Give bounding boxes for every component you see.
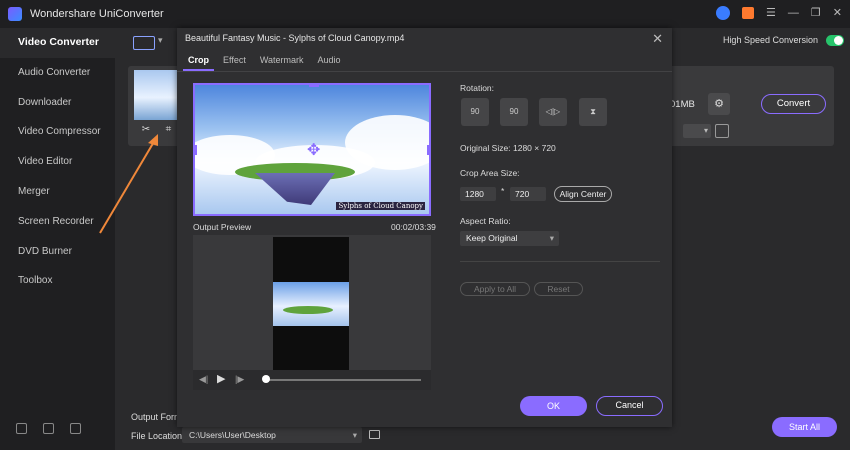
rotate-right-button[interactable]: 90 <box>500 98 528 126</box>
high-speed-label: High Speed Conversion <box>722 35 818 45</box>
window-controls: ☰ — ❐ ✕ <box>716 6 842 20</box>
gear-icon[interactable]: ⚙ <box>708 93 730 115</box>
crop-handle-left[interactable] <box>195 145 197 155</box>
apply-to-all-button[interactable]: Apply to All <box>460 282 530 296</box>
maximize-icon[interactable]: ❐ <box>811 6 821 20</box>
help-icon[interactable] <box>43 423 54 434</box>
sidebar-item-screen-recorder[interactable]: Screen Recorder <box>0 207 115 237</box>
minimize-icon[interactable]: — <box>788 6 799 20</box>
sidebar-footer <box>16 423 81 434</box>
original-size-value: 1280 × 720 <box>513 143 556 153</box>
flip-horizontal-icon: ◁|▷ <box>545 107 561 116</box>
video-watermark-text: Sylphs of Cloud Canopy <box>336 202 425 210</box>
sidebar-item-downloader[interactable]: Downloader <box>0 88 115 118</box>
next-frame-icon[interactable]: |▶ <box>235 374 244 385</box>
original-size-label: Original Size: <box>460 143 511 153</box>
sidebar-item-audio-converter[interactable]: Audio Converter <box>0 58 115 88</box>
preview-video <box>273 237 349 372</box>
title-bar: Wondershare UniConverter ☰ — ❐ ✕ <box>0 0 850 28</box>
crop-handle-top[interactable] <box>309 85 319 87</box>
dialog-title: Beautiful Fantasy Music - Sylphs of Clou… <box>185 33 405 43</box>
dialog-close-icon[interactable]: ✕ <box>652 31 663 47</box>
crop-area-label: Crop Area Size: <box>460 168 520 178</box>
app-logo-icon <box>8 7 22 21</box>
tab-crop[interactable]: Crop <box>183 50 214 71</box>
crop-height-input[interactable]: 720 <box>510 187 546 201</box>
move-cross-icon[interactable]: ✥ <box>307 140 320 160</box>
file-size: 01MB <box>670 99 695 110</box>
high-speed-toggle[interactable] <box>826 35 844 46</box>
crop-viewport[interactable]: ✥ Sylphs of Cloud Canopy <box>193 83 431 216</box>
start-all-button[interactable]: Start All <box>772 417 837 437</box>
flip-horizontal-button[interactable]: ◁|▷ <box>539 98 567 126</box>
sidebar-item-video-editor[interactable]: Video Editor <box>0 147 115 177</box>
rotate-right-icon: 90 <box>509 107 519 116</box>
player-controls: ◀| ▶ |▶ <box>193 370 431 390</box>
tab-effect[interactable]: Effect <box>218 50 251 71</box>
divider <box>460 261 660 262</box>
align-center-button[interactable]: Align Center <box>554 186 612 202</box>
file-location-select[interactable]: C:\Users\User\Desktop <box>182 427 362 443</box>
play-icon[interactable]: ▶ <box>217 372 225 385</box>
prev-frame-icon[interactable]: ◀| <box>199 374 208 385</box>
gift-icon[interactable] <box>742 7 755 19</box>
crop-separator: * <box>501 186 505 196</box>
folder-icon[interactable] <box>369 430 380 439</box>
crop-width-input[interactable]: 1280 <box>460 187 496 201</box>
close-icon[interactable]: ✕ <box>833 6 842 20</box>
ok-button[interactable]: OK <box>520 396 587 416</box>
tab-audio[interactable]: Audio <box>313 50 346 71</box>
rotate-left-button[interactable]: 90 <box>461 98 489 126</box>
rotation-label: Rotation: <box>460 83 495 93</box>
progress-knob[interactable] <box>262 375 271 383</box>
trim-icon[interactable]: ✂ <box>142 124 150 138</box>
progress-track[interactable] <box>263 379 421 381</box>
add-file-icon[interactable] <box>133 35 163 50</box>
convert-button[interactable]: Convert <box>761 94 826 114</box>
menu-icon[interactable]: ☰ <box>766 6 776 20</box>
preview-frame <box>273 282 349 326</box>
thumbnail-tools: ✂ ⌗ <box>134 124 179 138</box>
dialog-tabs: Crop Effect Watermark Audio <box>177 50 672 72</box>
user-avatar-icon[interactable] <box>716 6 731 20</box>
guide-icon[interactable] <box>16 423 27 434</box>
sidebar-item-video-compressor[interactable]: Video Compressor <box>0 117 115 147</box>
flip-vertical-button[interactable]: ⧗ <box>579 98 607 126</box>
reset-button[interactable]: Reset <box>534 282 583 296</box>
tab-watermark[interactable]: Watermark <box>255 50 309 71</box>
rotate-left-icon: 90 <box>470 107 480 116</box>
crop-dialog: Beautiful Fantasy Music - Sylphs of Clou… <box>177 28 672 427</box>
crop-handle-right[interactable] <box>427 145 429 155</box>
flip-vertical-icon: ⧗ <box>590 107 596 116</box>
time-display: 00:02/03:39 <box>391 222 436 232</box>
video-thumbnail[interactable] <box>134 70 179 120</box>
output-preview-label: Output Preview <box>193 222 252 232</box>
sidebar: Video Converter Audio Converter Download… <box>0 28 115 450</box>
sidebar-item-dvd-burner[interactable]: DVD Burner <box>0 237 115 267</box>
account-icon[interactable] <box>70 423 81 434</box>
file-location-label: File Location: <box>131 431 185 441</box>
app-title: Wondershare UniConverter <box>30 8 164 20</box>
crop-icon[interactable]: ⌗ <box>166 124 172 138</box>
sidebar-item-video-converter[interactable]: Video Converter <box>0 28 115 58</box>
output-preview <box>193 235 431 390</box>
aspect-ratio-select[interactable]: Keep Original <box>460 231 559 246</box>
subtitle-icon[interactable] <box>715 124 729 138</box>
sidebar-item-merger[interactable]: Merger <box>0 177 115 207</box>
sidebar-item-toolbox[interactable]: Toolbox <box>0 266 115 296</box>
cancel-button[interactable]: Cancel <box>596 396 663 416</box>
aspect-ratio-label: Aspect Ratio: <box>460 216 511 226</box>
format-select[interactable]: ▾ <box>683 124 711 138</box>
